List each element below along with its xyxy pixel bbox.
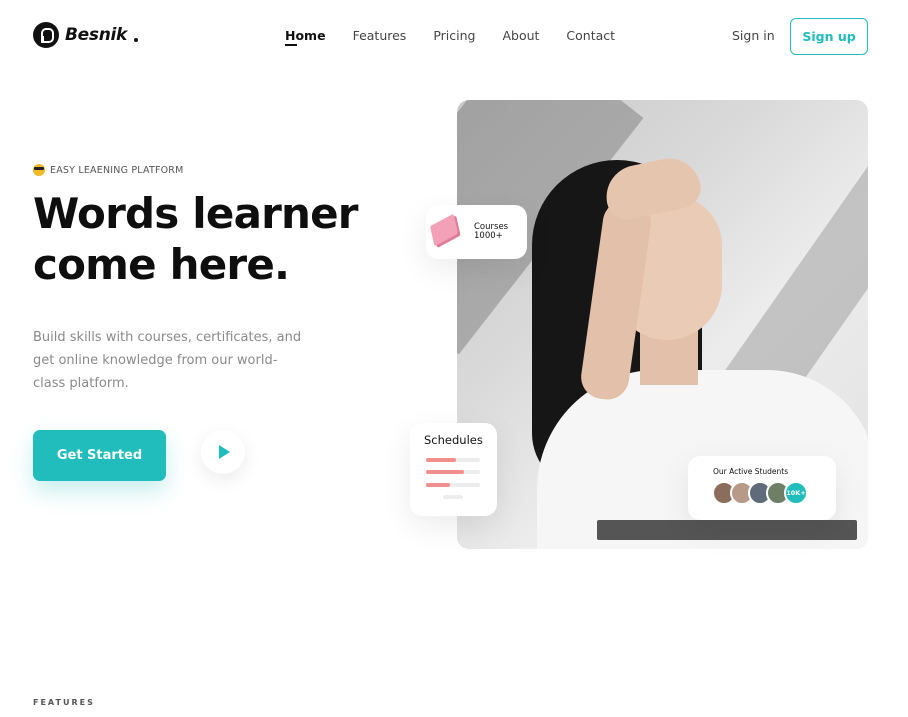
top-navigation: Besnik Home Features Pricing About Conta… [0,0,908,72]
features-section-label: FEATURES [33,698,95,707]
nav-link-pricing[interactable]: Pricing [433,28,475,43]
hero-title-line-2: come here. [33,240,290,289]
schedules-card: Schedules [410,423,497,516]
book-icon [429,213,459,247]
logo-dot [134,38,139,42]
sign-in-link[interactable]: Sign in [732,28,775,43]
students-count-badge: 10K+ [784,481,808,505]
nav-link-contact[interactable]: Contact [566,28,615,43]
sign-up-button[interactable]: Sign up [790,18,868,55]
schedule-progress-bar [426,458,480,462]
hero-title-line-1: Words learner [33,189,359,238]
student-avatars: 10K+ [712,481,808,505]
active-students-card: Our Active Students 10K+ [688,456,836,520]
schedule-placeholder-bar [443,495,463,499]
nav-link-about[interactable]: About [502,28,539,43]
courses-card: Courses 1000+ [426,205,527,259]
play-icon [219,445,230,459]
nav-link-features[interactable]: Features [353,28,407,43]
brand-logo[interactable]: Besnik [33,22,139,48]
eyebrow-text: EASY LEAENING PLATFORM [50,164,184,176]
nav-link-home[interactable]: Home [285,28,326,46]
schedule-progress-bar [426,470,480,474]
courses-count: 1000+ [474,231,503,241]
hero-title: Words learner come here. [33,188,393,290]
play-video-button[interactable] [201,430,245,474]
students-title: Our Active Students [713,467,789,476]
schedule-progress-bar [426,483,480,487]
logo-icon [33,22,59,48]
sunglasses-emoji-icon [33,164,45,176]
brand-name: Besnik [65,25,128,45]
hero-description: Build skills with courses, certificates,… [33,330,302,391]
hero-eyebrow: EASY LEAENING PLATFORM [33,164,184,176]
main-menu: Home Features Pricing About Contact [285,28,615,46]
get-started-button[interactable]: Get Started [33,430,166,481]
schedules-title: Schedules [424,433,483,447]
